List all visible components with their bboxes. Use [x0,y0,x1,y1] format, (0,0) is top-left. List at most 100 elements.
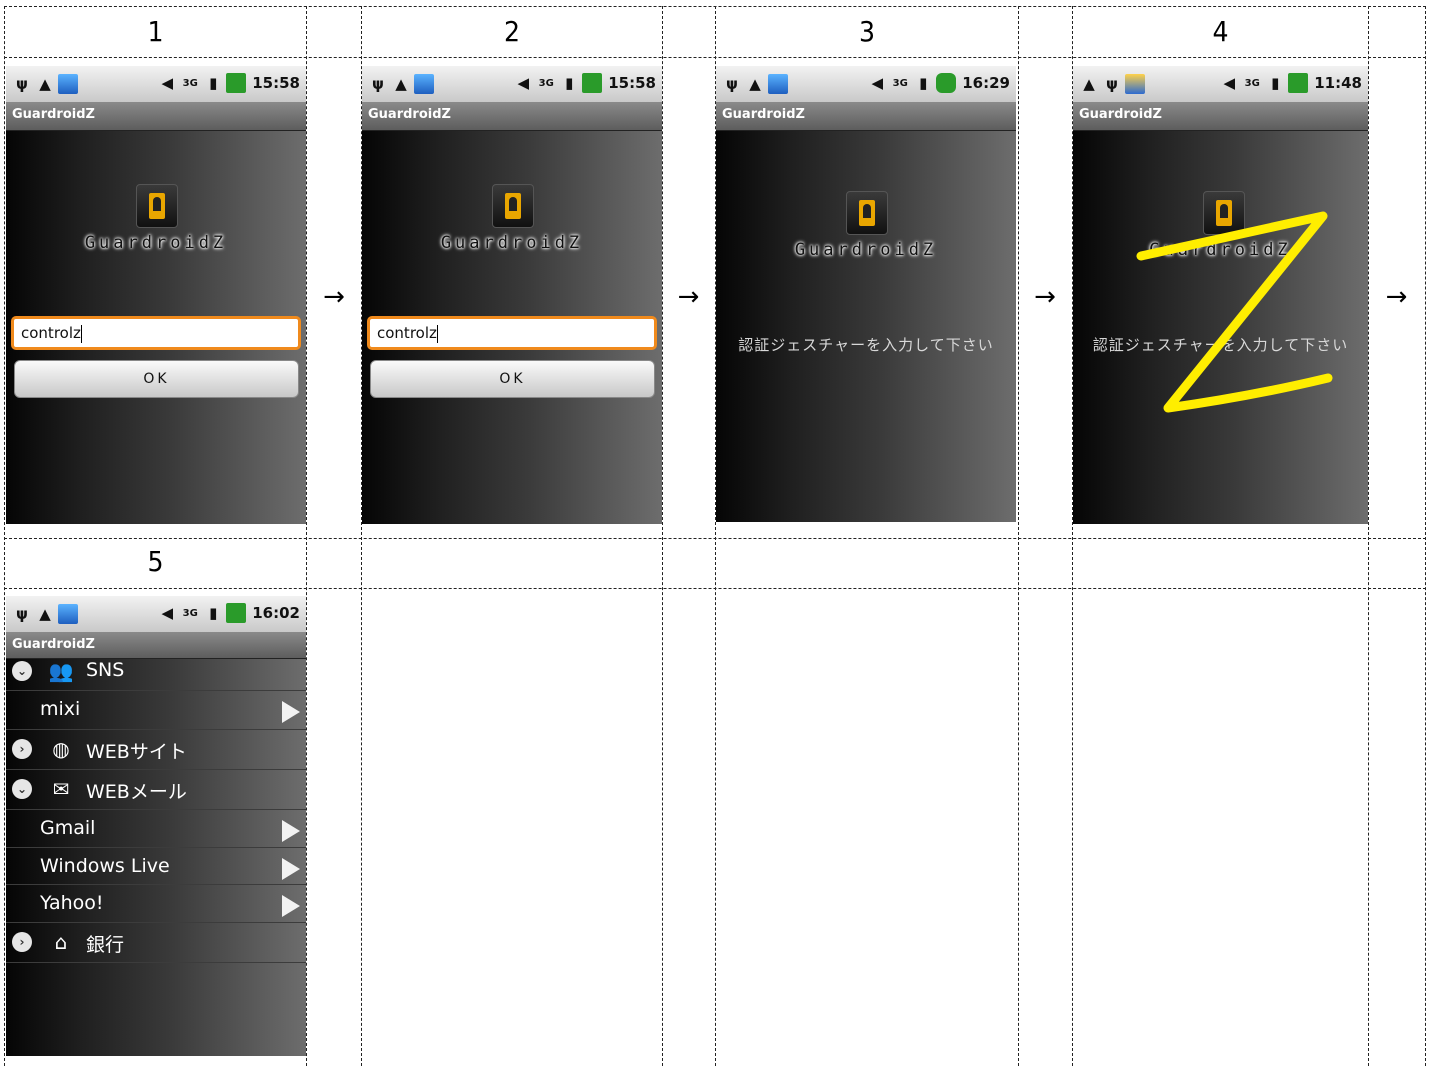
status-bar: ψ ▲ ◀ 3G ▮ 15:58 [362,66,662,102]
app-title: GuardroidZ [12,637,95,652]
network-3g-icon: 3G [538,77,554,89]
usb-icon: ψ [726,75,738,93]
battery-icon [226,73,247,93]
play-arrow-icon[interactable] [282,701,300,723]
chevron-down-icon: ⌄ [12,779,32,799]
flow-arrow: → [323,282,345,312]
guardroidz-logo-icon [492,184,534,228]
battery-icon [582,73,603,93]
list-item-windows-live[interactable]: Windows Live [6,848,306,885]
step-number-2: 2 [503,15,521,48]
warning-icon: ▲ [749,75,761,93]
step-number-1: 1 [147,15,164,48]
list-item-gmail[interactable]: Gmail [6,810,306,848]
signal-icon: ▮ [919,74,928,92]
status-bar: ψ ▲ ◀ 3G ▮ 16:29 [716,66,1016,102]
gesture-area[interactable] [716,130,1016,522]
mail-icon: ✉ [52,777,70,801]
status-bar: ψ ▲ ◀ 3G ▮ 16:02 [6,596,306,632]
category-row-web-mail[interactable]: ⌄ ✉ WEBメール [6,770,306,810]
app-title: GuardroidZ [368,107,451,122]
status-time: 15:58 [252,74,300,92]
password-value: controlz [21,324,81,342]
signal-icon: ▮ [565,74,574,92]
step-number-4: 4 [1212,15,1229,48]
chevron-down-icon: ⌄ [12,661,32,681]
signal-icon: ▮ [209,604,218,622]
mute-icon: ◀ [517,74,530,92]
signal-icon: ▮ [209,74,218,92]
mute-icon: ◀ [161,604,174,622]
app-title: GuardroidZ [12,107,95,122]
status-time: 16:29 [962,74,1010,92]
ok-button[interactable]: OK [370,360,655,398]
warning-icon: ▲ [39,75,51,93]
title-bar: GuardroidZ [716,102,1016,131]
grid-col-line [4,6,5,1066]
globe-icon: ◍ [52,737,70,761]
chevron-right-icon: › [12,739,32,759]
battery-icon [226,603,247,623]
item-label: Gmail [40,817,96,839]
item-label: Windows Live [40,855,170,877]
battery-widget-icon [58,604,78,624]
usb-icon: ψ [16,605,28,623]
category-row-web-sites[interactable]: › ◍ WEBサイト [6,730,306,770]
app-title: GuardroidZ [722,107,805,122]
category-label: WEBサイト [86,741,187,763]
logo-text: GuardroidZ [440,233,584,253]
network-3g-icon: 3G [182,607,198,619]
item-label: mixi [40,698,81,720]
warning-icon: ▲ [39,605,51,623]
screen-4-gesture-drawn: ▲ ψ ◀ 3G ▮ 11:48 GuardroidZ GuardroidZ 認… [1073,66,1368,524]
ok-button[interactable]: OK [14,360,299,398]
status-time: 16:02 [252,604,300,622]
password-input[interactable]: controlz [11,316,301,350]
grid-col-line [662,6,663,1066]
item-label: Yahoo! [40,892,104,914]
grid-col-line [306,6,307,1066]
status-bar: ψ ▲ ◀ 3G ▮ 15:58 [6,66,306,102]
category-label: 銀行 [86,934,125,956]
z-gesture-stroke[interactable] [1073,66,1368,524]
title-bar: GuardroidZ [6,102,306,131]
list-item-mixi[interactable]: mixi [6,691,306,730]
chevron-right-icon: › [12,932,32,952]
warning-icon: ▲ [395,75,407,93]
category-label: SNS [86,659,125,681]
network-3g-icon: 3G [892,77,908,89]
mute-icon: ◀ [871,74,884,92]
step-number-5: 5 [147,545,164,578]
flow-arrow: → [1034,282,1056,312]
usb-icon: ψ [372,75,384,93]
guardroidz-logo-icon [136,184,178,228]
bank-icon: ⌂ [54,930,68,954]
grid-col-line [1425,6,1426,1066]
flow-arrow: → [1385,282,1408,312]
category-label: WEBメール [86,781,187,803]
list-item-yahoo[interactable]: Yahoo! [6,885,306,923]
play-arrow-icon[interactable] [282,858,300,880]
password-value: controlz [377,324,437,342]
logo-text: GuardroidZ [84,233,228,253]
title-bar: GuardroidZ [362,102,662,131]
flow-arrow: → [677,282,700,312]
battery-icon [936,73,957,93]
category-row-sns[interactable]: ⌄ 👥 SNS [6,652,306,691]
battery-widget-icon [58,74,78,94]
battery-widget-icon [414,74,434,94]
network-3g-icon: 3G [182,77,198,89]
screen-5-account-list: ψ ▲ ◀ 3G ▮ 16:02 GuardroidZ ⌄ 👥 SNS mixi… [6,596,306,1056]
password-input[interactable]: controlz [367,316,657,350]
grid-col-line [1368,6,1369,1066]
play-arrow-icon[interactable] [282,820,300,842]
screen-1-login: ψ ▲ ◀ 3G ▮ 15:58 GuardroidZ GuardroidZ c… [6,66,306,524]
grid-col-line [1018,6,1019,1066]
battery-widget-icon [768,74,788,94]
category-row-bank[interactable]: › ⌂ 銀行 [6,923,306,963]
people-icon: 👥 [48,659,74,683]
usb-icon: ψ [16,75,28,93]
play-arrow-icon[interactable] [282,895,300,917]
screen-3-gesture: ψ ▲ ◀ 3G ▮ 16:29 GuardroidZ GuardroidZ 認… [716,66,1016,522]
screen-2-login: ψ ▲ ◀ 3G ▮ 15:58 GuardroidZ GuardroidZ c… [362,66,662,524]
